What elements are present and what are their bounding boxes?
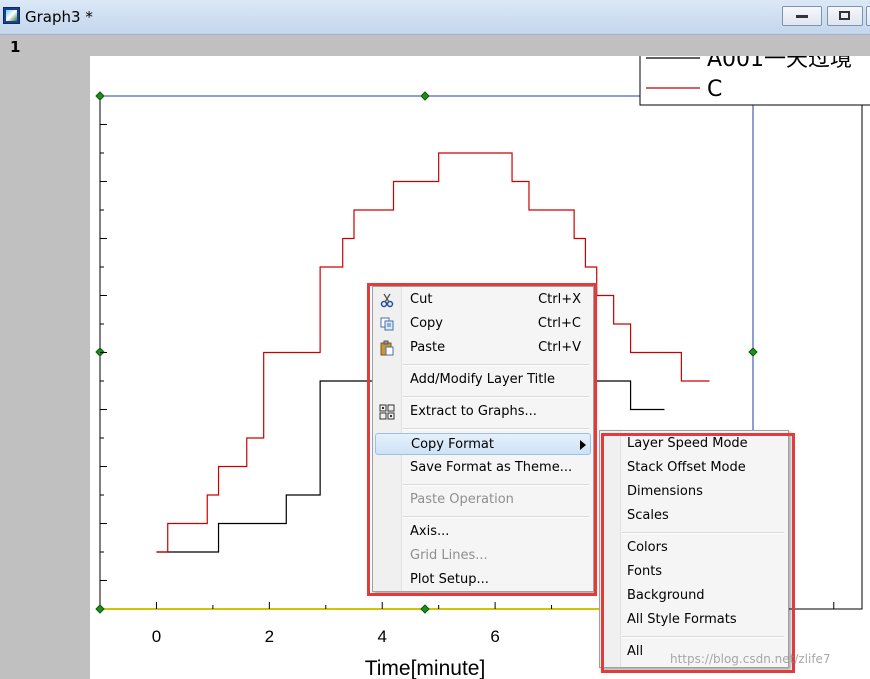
maximize-button[interactable]	[827, 6, 863, 26]
window-title: Graph3 *	[25, 8, 93, 26]
submenu-item-colors[interactable]: Colors	[602, 537, 786, 559]
menu-item-paste[interactable]: Paste Ctrl+V	[375, 337, 591, 359]
submenu-item-layer-speed-mode[interactable]: Layer Speed Mode	[602, 433, 786, 455]
menu-item-label: Background	[627, 588, 705, 603]
submenu-item-background[interactable]: Background	[602, 585, 786, 607]
menu-separator	[403, 484, 589, 486]
menu-item-shortcut: Ctrl+C	[537, 316, 581, 331]
submenu-item-fonts[interactable]: Fonts	[602, 561, 786, 583]
menu-separator	[403, 516, 589, 518]
menu-item-copy[interactable]: Copy Ctrl+C	[375, 313, 591, 335]
x-tick-label: 4	[377, 627, 386, 646]
watermark-text: https://blog.csdn.net/zlife7	[670, 652, 831, 666]
menu-item-label: Add/Modify Layer Title	[410, 372, 555, 387]
menu-item-label: Fonts	[627, 564, 663, 579]
scissors-icon	[379, 292, 395, 308]
menu-item-label: Axis...	[410, 524, 450, 539]
menu-item-plot-setup[interactable]: Plot Setup...	[375, 569, 591, 591]
menu-item-label: Grid Lines...	[410, 548, 488, 563]
x-tick-label: 0	[152, 627, 161, 646]
x-axis-title: Time[minute]	[365, 657, 486, 679]
menu-item-copy-format[interactable]: Copy Format	[375, 433, 591, 455]
context-menu: Cut Ctrl+X Copy Ctrl+C Paste Ctrl+V Add/…	[372, 286, 594, 592]
legend-entry-label: C	[707, 77, 722, 102]
menu-item-label: All Style Formats	[627, 612, 737, 627]
menu-item-cut[interactable]: Cut Ctrl+X	[375, 289, 591, 311]
menu-item-label: Stack Offset Mode	[627, 460, 746, 475]
graph-window-icon[interactable]	[3, 7, 20, 24]
minimize-icon	[796, 15, 808, 18]
menu-item-label: Cut	[410, 292, 433, 307]
submenu-item-dimensions[interactable]: Dimensions	[602, 481, 786, 503]
menu-item-label: Paste	[410, 340, 446, 355]
menu-item-label: Copy	[410, 316, 443, 331]
submenu-item-stack-offset-mode[interactable]: Stack Offset Mode	[602, 457, 786, 479]
close-button[interactable]	[866, 6, 870, 26]
paste-icon	[379, 340, 395, 356]
menu-item-label: All	[627, 644, 644, 659]
menu-separator	[403, 428, 589, 430]
submenu-item-all-style-formats[interactable]: All Style Formats	[602, 609, 786, 631]
extract-graphs-icon	[379, 404, 395, 420]
menu-separator	[622, 636, 784, 638]
menu-item-label: Paste Operation	[410, 492, 514, 507]
menu-item-save-format-as-theme[interactable]: Save Format as Theme...	[375, 457, 591, 479]
menu-item-label: Layer Speed Mode	[627, 436, 748, 451]
menu-separator	[403, 396, 589, 398]
menu-item-label: Dimensions	[627, 484, 703, 499]
menu-item-extract-to-graphs[interactable]: Extract to Graphs...	[375, 401, 591, 423]
layer-resize-handle[interactable]	[748, 347, 758, 357]
minimize-button[interactable]	[782, 6, 822, 26]
menu-item-label: Extract to Graphs...	[410, 404, 537, 419]
x-tick-label: 6	[490, 627, 499, 646]
menu-item-shortcut: Ctrl+V	[538, 340, 581, 355]
menu-item-label: Colors	[627, 540, 668, 555]
submenu-arrow-icon	[580, 440, 586, 450]
menu-item-add-modify-layer-title[interactable]: Add/Modify Layer Title	[375, 369, 591, 391]
menu-item-label: Save Format as Theme...	[410, 460, 573, 475]
layer-resize-handle[interactable]	[420, 604, 430, 614]
menu-item-grid-lines[interactable]: Grid Lines...	[375, 545, 591, 567]
legend-entry-label: A001一天过境	[707, 56, 852, 72]
menu-separator	[622, 532, 784, 534]
copy-icon	[379, 316, 395, 332]
layer-resize-handle[interactable]	[95, 91, 105, 101]
copy-format-submenu: Layer Speed Mode Stack Offset Mode Dimen…	[599, 430, 789, 668]
menu-item-shortcut: Ctrl+X	[538, 292, 581, 307]
menu-item-label: Scales	[627, 508, 669, 523]
menu-item-axis[interactable]: Axis...	[375, 521, 591, 543]
maximize-icon	[839, 11, 850, 20]
submenu-item-scales[interactable]: Scales	[602, 505, 786, 527]
menu-item-label: Plot Setup...	[410, 572, 489, 587]
window-titlebar[interactable]: Graph3 *	[0, 0, 870, 35]
layer-number: 1	[10, 38, 21, 56]
menu-item-label: Copy Format	[411, 437, 494, 452]
layer-resize-handle[interactable]	[95, 604, 105, 614]
x-tick-label: 2	[265, 627, 274, 646]
layer-resize-handle[interactable]	[420, 91, 430, 101]
menu-item-paste-operation[interactable]: Paste Operation	[375, 489, 591, 511]
menu-separator	[403, 364, 589, 366]
